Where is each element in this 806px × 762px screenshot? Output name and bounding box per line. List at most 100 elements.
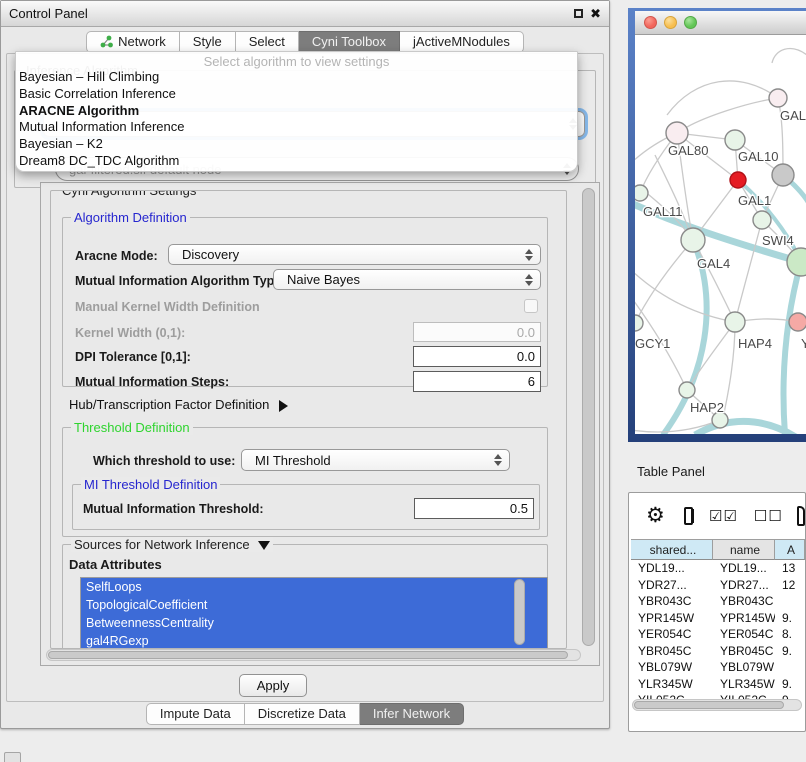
kernel-width-field[interactable]: 0.0 xyxy=(413,322,541,342)
column-header[interactable]: shared... xyxy=(631,540,713,560)
network-node[interactable] xyxy=(681,228,705,252)
network-node[interactable] xyxy=(635,315,643,331)
mi-steps-label: Mutual Information Steps: xyxy=(75,375,229,389)
control-panel-titlebar: Control Panel ✖ xyxy=(1,1,609,27)
network-canvas[interactable]: GALGAL80GAL10GAL1GAL11GAL4SWI4GCY1HAP4YH… xyxy=(635,35,806,434)
attributes-vertical-scrollbar[interactable] xyxy=(514,579,525,645)
cyni-settings-scrollpane: Cyni Algorithm Settings Algorithm Defini… xyxy=(40,182,600,666)
network-edge[interactable] xyxy=(693,240,735,322)
gear-icon[interactable]: ⚙ xyxy=(646,503,665,528)
document-icon[interactable] xyxy=(797,506,805,526)
combo-stepper-icon xyxy=(494,454,502,466)
network-node-label: GAL xyxy=(780,108,806,123)
tab-select[interactable]: Select xyxy=(236,31,299,53)
network-node[interactable] xyxy=(769,89,787,107)
control-panel-title: Control Panel xyxy=(9,6,88,21)
minimize-traffic-icon[interactable] xyxy=(664,16,677,29)
attribute-list-item[interactable]: TopologicalCoefficient xyxy=(81,596,547,614)
tab-network[interactable]: Network xyxy=(86,31,180,53)
table-row[interactable]: YBR045CYBR045C9. xyxy=(631,643,805,660)
network-node[interactable] xyxy=(789,313,806,331)
sources-group-title[interactable]: Sources for Network Inference xyxy=(71,537,273,552)
control-panel-tabs: NetworkStyleSelectCyni ToolboxjActiveMNo… xyxy=(1,31,609,53)
network-edge[interactable] xyxy=(735,220,762,322)
data-attributes-list[interactable]: SelfLoopsTopologicalCoefficientBetweenne… xyxy=(80,577,548,649)
network-node[interactable] xyxy=(635,185,648,201)
network-node[interactable] xyxy=(753,211,771,229)
mi-threshold-label: Mutual Information Threshold: xyxy=(83,502,264,516)
close-icon[interactable]: ✖ xyxy=(590,7,601,20)
dropdown-item[interactable]: Dream8 DC_TDC Algorithm xyxy=(16,153,577,170)
dropdown-item[interactable]: Mutual Information Inference xyxy=(16,119,577,136)
network-node[interactable] xyxy=(725,130,745,150)
network-node-label: Y xyxy=(801,336,806,351)
threshold-definition-group: Threshold Definition Which threshold to … xyxy=(62,427,548,537)
cyni-algorithm-settings-title: Cyni Algorithm Settings xyxy=(59,190,199,198)
network-node-label: GAL10 xyxy=(738,149,778,164)
expanded-arrow-icon xyxy=(258,541,270,550)
dropdown-item[interactable]: Basic Correlation Inference xyxy=(16,86,577,103)
network-node[interactable] xyxy=(787,248,806,276)
aracne-mode-combo[interactable]: Discovery xyxy=(168,244,541,265)
dropdown-item[interactable]: ARACNE Algorithm xyxy=(16,103,577,120)
network-edge[interactable] xyxy=(772,49,806,63)
which-threshold-label: Which threshold to use: xyxy=(93,454,235,468)
mi-steps-field[interactable]: 6 xyxy=(413,371,541,392)
network-node[interactable] xyxy=(772,164,794,186)
close-traffic-icon[interactable] xyxy=(644,16,657,29)
mi-type-label: Mutual Information Algorithm Type: xyxy=(75,274,285,288)
network-node[interactable] xyxy=(666,122,688,144)
network-edge[interactable] xyxy=(667,81,778,115)
network-node[interactable] xyxy=(679,382,695,398)
settings-horizontal-scrollbar[interactable] xyxy=(46,649,581,661)
bottom-tabs: Impute DataDiscretize DataInfer Network xyxy=(1,703,609,725)
attribute-list-item[interactable]: BetweennessCentrality xyxy=(81,614,547,632)
table-row[interactable]: YBR043CYBR043C xyxy=(631,593,805,610)
tab-cyni-toolbox[interactable]: Cyni Toolbox xyxy=(299,31,400,53)
dropdown-item[interactable]: Bayesian – K2 xyxy=(16,136,577,153)
combo-stepper-icon xyxy=(525,274,533,286)
tab-jactivemnodules[interactable]: jActiveMNodules xyxy=(400,31,524,53)
dpi-tolerance-field[interactable]: 0.0 xyxy=(413,346,541,367)
table-row[interactable]: YER054CYER054C8. xyxy=(631,626,805,643)
tab-discretize-data[interactable]: Discretize Data xyxy=(245,703,360,725)
network-node[interactable] xyxy=(730,172,746,188)
zoom-traffic-icon[interactable] xyxy=(684,16,697,29)
hub-tf-definition-toggle[interactable]: Hub/Transcription Factor Definition xyxy=(69,397,288,412)
checked-boxes-icon[interactable]: ☑☑ xyxy=(709,507,738,525)
node-table[interactable]: shared...nameAYDL19...YDL19...13YDR27...… xyxy=(631,539,805,701)
network-edge[interactable] xyxy=(687,322,735,390)
table-row[interactable]: YBL079WYBL079W xyxy=(631,659,805,676)
network-node-label: HAP2 xyxy=(690,400,724,415)
column-layout-icon[interactable] xyxy=(684,507,693,525)
which-threshold-combo[interactable]: MI Threshold xyxy=(241,449,510,471)
tab-style[interactable]: Style xyxy=(180,31,236,53)
tab-impute-data[interactable]: Impute Data xyxy=(146,703,245,725)
network-edge[interactable] xyxy=(687,98,778,127)
network-window-titlebar[interactable] xyxy=(635,11,806,35)
network-node-label: GAL1 xyxy=(738,193,771,208)
attribute-list-item[interactable]: gal4RGexp xyxy=(81,632,547,649)
dropdown-item[interactable]: Bayesian – Hill Climbing xyxy=(16,69,577,86)
manual-kernel-checkbox[interactable] xyxy=(524,299,538,313)
network-node[interactable] xyxy=(725,312,745,332)
table-horizontal-scrollbar[interactable] xyxy=(632,699,802,711)
table-row[interactable]: YDR27...YDR27...12 xyxy=(631,577,805,594)
network-edge[interactable] xyxy=(784,262,801,434)
algorithm-dropdown-list: Select algorithm to view settings Bayesi… xyxy=(15,51,578,172)
algorithm-definition-title: Algorithm Definition xyxy=(71,210,190,225)
minimized-panel-button[interactable] xyxy=(4,752,21,762)
attribute-list-item[interactable]: SelfLoops xyxy=(81,578,547,596)
tab-infer-network[interactable]: Infer Network xyxy=(360,703,464,725)
settings-vertical-scrollbar[interactable] xyxy=(582,188,595,646)
unchecked-boxes-icon[interactable]: ☐☐ xyxy=(754,507,783,525)
table-row[interactable]: YDL19...YDL19...13 xyxy=(631,560,805,577)
table-row[interactable]: YPR145WYPR145W9. xyxy=(631,610,805,627)
mi-threshold-field[interactable]: 0.5 xyxy=(414,498,534,519)
table-row[interactable]: YLR345WYLR345W9. xyxy=(631,676,805,693)
float-window-icon[interactable] xyxy=(574,9,583,18)
apply-button[interactable]: Apply xyxy=(239,674,307,697)
column-header[interactable]: A xyxy=(775,540,805,560)
column-header[interactable]: name xyxy=(713,540,775,560)
mi-algorithm-type-combo[interactable]: Naive Bayes xyxy=(273,269,541,290)
